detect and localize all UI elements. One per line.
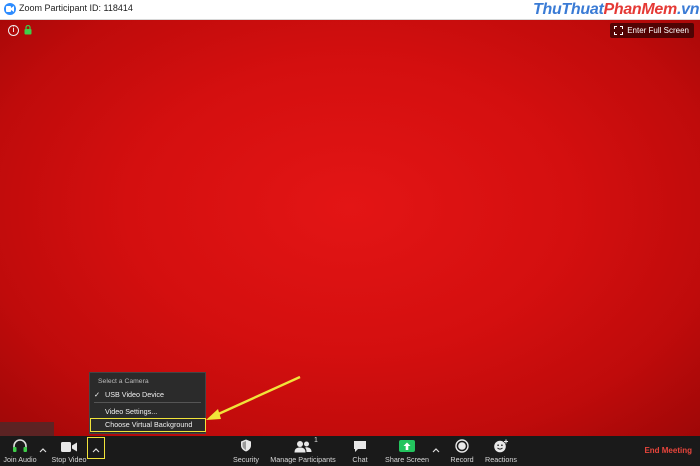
watermark-logo: ThuThuatPhanMem.vn <box>533 1 700 18</box>
participants-icon <box>294 441 312 453</box>
smiley-plus-icon <box>494 439 508 453</box>
join-audio-label: Join Audio <box>3 455 37 464</box>
enter-full-screen-button[interactable]: Enter Full Screen <box>610 23 694 38</box>
shield-icon <box>241 439 251 452</box>
join-audio-button[interactable]: Join Audio <box>0 436 40 466</box>
manage-participants-button[interactable]: 1 Manage Participants <box>268 436 338 466</box>
stop-video-label: Stop Video <box>51 455 87 464</box>
chat-label: Chat <box>352 455 368 464</box>
video-options-highlight-box <box>87 437 105 459</box>
zoom-window: Zoom Participant ID: 118414 ThuThuatPhan… <box>0 0 700 466</box>
record-button[interactable]: Record <box>447 436 477 466</box>
lock-icon[interactable] <box>24 25 32 35</box>
stop-video-button[interactable]: Stop Video <box>50 436 88 466</box>
chat-button[interactable]: Chat <box>348 436 372 466</box>
share-screen-button[interactable]: Share Screen <box>385 436 429 466</box>
manage-participants-label: Manage Participants <box>270 455 336 464</box>
menu-divider <box>94 402 201 403</box>
window-title: Zoom Participant ID: 118414 <box>19 3 133 13</box>
annotation-arrow-icon <box>206 375 301 420</box>
record-label: Record <box>450 455 474 464</box>
video-camera-icon <box>61 442 77 452</box>
camera-option-usb-video-device[interactable]: ✓ USB Video Device <box>94 390 164 399</box>
enter-full-screen-label: Enter Full Screen <box>627 26 689 35</box>
headphones-icon <box>13 439 27 452</box>
meeting-toolbar: Join Audio Stop Video Security 1 Manage … <box>0 436 700 466</box>
self-view-thumbnail <box>0 422 54 436</box>
share-options-chevron-up-icon[interactable] <box>431 445 441 455</box>
checkmark-icon: ✓ <box>94 390 101 399</box>
reactions-button[interactable]: Reactions <box>484 436 518 466</box>
security-button[interactable]: Security <box>229 436 263 466</box>
fullscreen-icon <box>614 26 624 35</box>
end-meeting-button[interactable]: End Meeting <box>644 446 692 455</box>
video-settings-menu-item[interactable]: Video Settings... <box>105 407 157 416</box>
audio-options-chevron-up-icon[interactable] <box>38 445 48 455</box>
participant-count-badge: 1 <box>314 437 318 444</box>
title-bar: Zoom Participant ID: 118414 ThuThuatPhan… <box>0 0 700 20</box>
chat-bubble-icon <box>354 441 366 452</box>
choose-virtual-background-menu-item[interactable]: Choose Virtual Background <box>90 418 206 432</box>
share-screen-label: Share Screen <box>385 455 429 464</box>
zoom-app-icon <box>4 3 16 15</box>
camera-menu: Select a Camera ✓ USB Video Device Video … <box>89 372 206 434</box>
share-screen-arrow-icon <box>399 440 415 452</box>
reactions-label: Reactions <box>485 455 517 464</box>
security-label: Security <box>233 455 259 464</box>
info-icon[interactable]: i <box>8 25 19 36</box>
camera-menu-header: Select a Camera <box>98 378 149 385</box>
record-icon <box>455 439 469 453</box>
